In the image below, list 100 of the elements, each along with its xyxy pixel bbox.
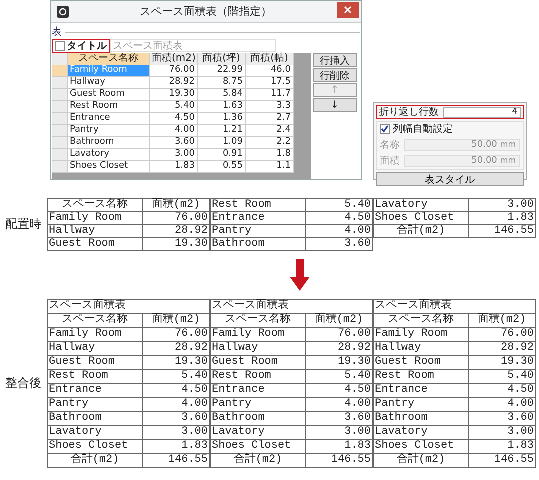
row-header[interactable] [52, 101, 68, 113]
table-title: スペース面積表 [210, 300, 372, 314]
section-label: 表 [52, 26, 62, 39]
table-cell: Entrance [210, 384, 306, 398]
grid-cell[interactable]: Shoes Closet [68, 161, 150, 173]
total-value: 146.55 [468, 224, 536, 238]
grid-cell[interactable]: 1.8 [246, 149, 294, 161]
row-header[interactable] [52, 89, 68, 101]
table-cell: 4.50 [306, 384, 372, 398]
grid-cell[interactable]: 1.36 [198, 113, 246, 125]
table-cell: Rest Room [210, 370, 306, 384]
grid-cell[interactable]: 46.0 [246, 65, 294, 77]
field-label: 名称 [380, 139, 400, 152]
table-cell: 19.30 [468, 356, 536, 370]
table-cell: 28.92 [142, 342, 210, 356]
row-header[interactable] [52, 125, 68, 137]
grid-cell[interactable]: Guest Room [68, 89, 150, 101]
table-cell: 5.40 [306, 198, 372, 212]
grid-cell[interactable]: 1.83 [150, 161, 198, 173]
grid-cell[interactable]: Lavatory [68, 149, 150, 161]
grid-cell[interactable]: 5.84 [198, 89, 246, 101]
column-header[interactable]: スペース名称 [68, 53, 150, 66]
table-cell: Hallway [374, 342, 468, 356]
row-header[interactable] [52, 161, 68, 173]
down-arrow-icon [290, 259, 310, 291]
table-cell: 28.92 [142, 224, 210, 238]
column-header: スペース名称 [48, 314, 142, 328]
table-cell: Entrance [48, 384, 142, 398]
grid-button[interactable]: ↓ [313, 98, 357, 112]
field-label: 面積 [380, 154, 400, 168]
grid-cell[interactable]: 4.00 [150, 125, 198, 137]
table-cell: 5.40 [142, 370, 210, 384]
table-cell: Lavatory [374, 426, 468, 440]
column-header[interactable]: 面積(坪) [198, 53, 246, 66]
table-cell: Lavatory [210, 426, 306, 440]
grid-cell[interactable]: 1.21 [198, 125, 246, 137]
table-cell: 5.40 [306, 370, 372, 384]
table-cell: Shoes Closet [210, 440, 306, 454]
grid-cell[interactable]: Rest Room [68, 101, 150, 113]
table-cell: Bathroom [374, 412, 468, 426]
grid-button[interactable]: 行挿入 [313, 53, 357, 67]
table-cell: Bathroom [210, 412, 306, 426]
column-header[interactable]: 面積(帖) [246, 53, 294, 66]
grid-cell[interactable]: 0.55 [198, 161, 246, 173]
row-header[interactable] [52, 149, 68, 161]
table-cell: 4.50 [142, 384, 210, 398]
grid-cell[interactable]: 2.4 [246, 125, 294, 137]
grid-cell[interactable]: 2.2 [246, 137, 294, 149]
grid-cell[interactable]: 2.7 [246, 113, 294, 125]
table-cell: Guest Room [48, 238, 142, 250]
grid-cell[interactable]: 76.00 [150, 65, 198, 77]
close-button[interactable] [337, 2, 359, 18]
grid-cell[interactable]: 17.5 [246, 77, 294, 89]
column-header: 面積(m2) [142, 198, 210, 212]
grid-cell[interactable]: 1.63 [198, 101, 246, 113]
table-cell: Family Room [48, 212, 142, 224]
checkbox-label: 列幅自動設定 [393, 122, 453, 136]
table-cell: Guest Room [48, 356, 142, 370]
grid-cell[interactable]: 19.30 [150, 89, 198, 101]
style-button[interactable]: 表スタイル [376, 172, 524, 186]
row-header[interactable] [52, 77, 68, 89]
grid-cell[interactable]: Hallway [68, 77, 150, 89]
grid-cell[interactable]: 5.40 [150, 101, 198, 113]
table-cell: 28.92 [468, 342, 536, 356]
table-cell: Hallway [48, 224, 142, 238]
grid-cell[interactable]: 22.99 [198, 65, 246, 77]
table-cell: Pantry [374, 398, 468, 412]
grid-cell[interactable]: 1.09 [198, 137, 246, 149]
row-header[interactable] [52, 65, 68, 77]
table-cell: 3.60 [468, 412, 536, 426]
table-cell: Shoes Closet [48, 440, 142, 454]
grid-cell[interactable]: 8.75 [198, 77, 246, 89]
grid-cell[interactable]: 11.7 [246, 89, 294, 101]
grid-cell[interactable]: 0.91 [198, 149, 246, 161]
grid-cell[interactable]: 1.1 [246, 161, 294, 173]
checkbox[interactable] [380, 124, 390, 134]
grid-cell[interactable]: 4.50 [150, 113, 198, 125]
wrap-rows-field[interactable]: 4 [443, 106, 521, 118]
table-cell: 1.83 [468, 212, 536, 224]
table-cell: 4.00 [306, 398, 372, 412]
table-cell: 3.00 [142, 426, 210, 440]
grid-cell[interactable]: 3.3 [246, 101, 294, 113]
table-cell: 19.30 [142, 356, 210, 370]
table-cell: Guest Room [374, 356, 468, 370]
table-cell: Family Room [374, 328, 468, 342]
table-cell: 4.50 [306, 212, 372, 224]
column-header[interactable]: 面積(m2) [150, 53, 198, 66]
grid-cell[interactable]: 3.60 [150, 137, 198, 149]
grid-cell[interactable]: Entrance [68, 113, 150, 125]
table-cell: Bathroom [210, 238, 306, 250]
row-header[interactable] [52, 113, 68, 125]
grid-cell[interactable]: 3.00 [150, 149, 198, 161]
grid-button[interactable]: 行削除 [313, 68, 357, 82]
table-cell: Pantry [48, 398, 142, 412]
app-icon [57, 6, 69, 18]
grid-cell[interactable]: Bathroom [68, 137, 150, 149]
table-cell: Rest Room [210, 198, 306, 212]
grid-cell[interactable]: Pantry [68, 125, 150, 137]
row-header[interactable] [52, 137, 68, 149]
grid-cell[interactable]: 28.92 [150, 77, 198, 89]
